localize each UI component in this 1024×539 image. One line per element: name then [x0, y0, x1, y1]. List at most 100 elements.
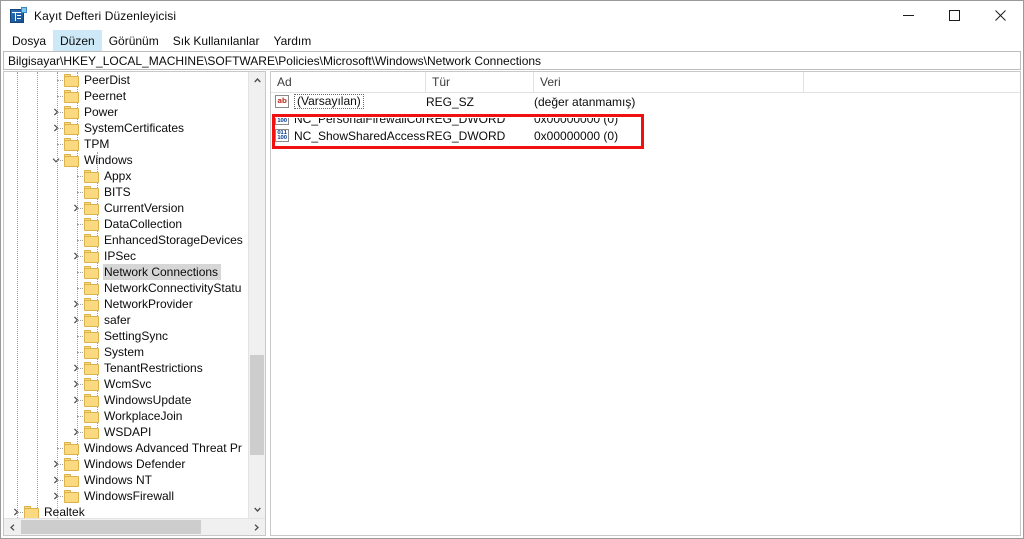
tree-hscrollbar-thumb[interactable] [21, 520, 201, 534]
menu-duzen[interactable]: Düzen [53, 30, 102, 51]
value-name: NC_ShowSharedAccessUI [294, 128, 426, 143]
tree-guide-dash [77, 208, 83, 210]
tree-item-label: safer [104, 313, 131, 327]
minimize-button[interactable] [885, 1, 931, 30]
tree-item[interactable]: safer [4, 312, 248, 328]
tree-item[interactable]: NetworkConnectivityStatu [4, 280, 248, 296]
tree-item[interactable]: Windows Defender [4, 456, 248, 472]
menu-sik-kullanilanlar[interactable]: Sık Kullanılanlar [166, 30, 267, 51]
tree-guide-dash [77, 240, 83, 242]
tree-item[interactable]: Realtek [4, 504, 248, 518]
close-button[interactable] [977, 1, 1023, 30]
tree-item-label: SettingSync [104, 329, 169, 343]
registry-tree[interactable]: PeerDist Peernet Power SystemCertificates TP… [4, 72, 248, 518]
tree-item[interactable]: Windows Advanced Threat Pr [4, 440, 248, 456]
tree-guide-dash [77, 416, 83, 418]
tree-item-label: Appx [104, 169, 132, 183]
scroll-right-button[interactable] [248, 519, 265, 535]
address-path: Bilgisayar\HKEY_LOCAL_MACHINE\SOFTWARE\P… [8, 53, 542, 68]
tree-item[interactable]: System [4, 344, 248, 360]
menu-bar: Dosya Düzen Görünüm Sık Kullanılanlar Ya… [1, 30, 1023, 51]
tree-item[interactable]: DataCollection [4, 216, 248, 232]
column-header-type[interactable]: Tür [426, 72, 534, 92]
tree-item-label: IPSec [104, 249, 137, 263]
folder-icon [84, 169, 99, 183]
tree-guide-dash [77, 224, 83, 226]
tree-item[interactable]: WSDAPI [4, 424, 248, 440]
tree-item[interactable]: TenantRestrictions [4, 360, 248, 376]
tree-item-label: Windows [84, 153, 133, 167]
tree-item-label: Windows NT [84, 473, 153, 487]
tree-guide-dash [57, 480, 63, 482]
folder-icon [64, 441, 79, 455]
tree-item[interactable]: CurrentVersion [4, 200, 248, 216]
tree-vertical-scrollbar[interactable] [248, 72, 265, 518]
tree-item[interactable]: WorkplaceJoin [4, 408, 248, 424]
address-bar[interactable]: Bilgisayar\HKEY_LOCAL_MACHINE\SOFTWARE\P… [3, 51, 1021, 70]
column-header-data[interactable]: Veri [534, 72, 804, 92]
menu-gorunum[interactable]: Görünüm [102, 30, 166, 51]
tree-guide-dash [57, 128, 63, 130]
scroll-left-button[interactable] [4, 519, 21, 535]
tree-item[interactable]: Power [4, 104, 248, 120]
folder-icon [84, 201, 99, 215]
folder-icon [64, 457, 79, 471]
table-row[interactable]: 011 100 NC_ShowSharedAccessUI REG_DWORD 0x00… [271, 127, 1020, 144]
value-data-cell: 0x00000000 (0) [534, 128, 619, 143]
table-row[interactable]: 011100 NC_PersonalFirewallConfigREG_DWORD… [271, 110, 1020, 127]
maximize-button[interactable] [931, 1, 977, 30]
tree-item-label: Windows Advanced Threat Pr [84, 441, 242, 455]
tree-item-label: Network Connections [103, 264, 222, 280]
tree-item-label: Windows Defender [84, 457, 186, 471]
tree-item[interactable]: BITS [4, 184, 248, 200]
tree-item[interactable]: EnhancedStorageDevices [4, 232, 248, 248]
values-list[interactable]: ab (Varsayılan) REG_SZ (değer atanmamış) 011… [271, 93, 1020, 535]
tree-guide-dash [57, 144, 63, 146]
tree-expand-toggle[interactable] [8, 504, 24, 518]
tree-guide-dash [77, 320, 83, 322]
folder-icon [84, 185, 99, 199]
menu-dosya[interactable]: Dosya [5, 30, 53, 51]
menu-yardim[interactable]: Yardım [266, 30, 318, 51]
tree-item[interactable]: SystemCertificates [4, 120, 248, 136]
tree-item[interactable]: PeerDist [4, 72, 248, 88]
column-header-name[interactable]: Ad [271, 72, 426, 92]
folder-icon [64, 137, 79, 151]
folder-icon [84, 361, 99, 375]
scroll-down-button[interactable] [249, 501, 265, 518]
table-row[interactable]: ab (Varsayılan) REG_SZ (değer atanmamış) [271, 93, 1020, 110]
folder-icon [84, 313, 99, 327]
tree-item[interactable]: IPSec [4, 248, 248, 264]
scroll-up-button[interactable] [249, 72, 265, 89]
tree-item[interactable]: Windows [4, 152, 248, 168]
tree-item[interactable]: Appx [4, 168, 248, 184]
string-value-icon: ab [275, 95, 289, 108]
tree-item[interactable]: WcmSvc [4, 376, 248, 392]
tree-item[interactable]: TPM [4, 136, 248, 152]
tree-item-selected[interactable]: Network Connections [4, 264, 248, 280]
folder-icon [84, 393, 99, 407]
tree-item[interactable]: SettingSync [4, 328, 248, 344]
tree-guide-dash [57, 448, 63, 450]
tree-item[interactable]: Peernet [4, 88, 248, 104]
tree-horizontal-scrollbar[interactable] [4, 518, 265, 535]
tree-item[interactable]: WindowsFirewall [4, 488, 248, 504]
close-icon [994, 10, 1006, 21]
tree-item-label: NetworkConnectivityStatu [104, 281, 242, 295]
tree-item-label: WorkplaceJoin [104, 409, 183, 423]
tree-item[interactable]: Windows NT [4, 472, 248, 488]
tree-item[interactable]: WindowsUpdate [4, 392, 248, 408]
tree-item-label: System [104, 345, 145, 359]
tree-item-label: WindowsFirewall [84, 489, 175, 503]
tree-guide-dash [77, 432, 83, 434]
tree-scrollbar-thumb[interactable] [250, 355, 264, 455]
tree-guide-dash [77, 176, 83, 178]
column-header-filler [804, 72, 1020, 92]
tree-guide-dash [77, 272, 83, 274]
value-name-cell: ab (Varsayılan) [271, 94, 426, 109]
window-title: Kayıt Defteri Düzenleyicisi [34, 8, 177, 23]
tree-item[interactable]: NetworkProvider [4, 296, 248, 312]
tree-guide-dash [57, 464, 63, 466]
tree-item-label: Power [84, 105, 119, 119]
chevron-up-icon [253, 78, 261, 83]
